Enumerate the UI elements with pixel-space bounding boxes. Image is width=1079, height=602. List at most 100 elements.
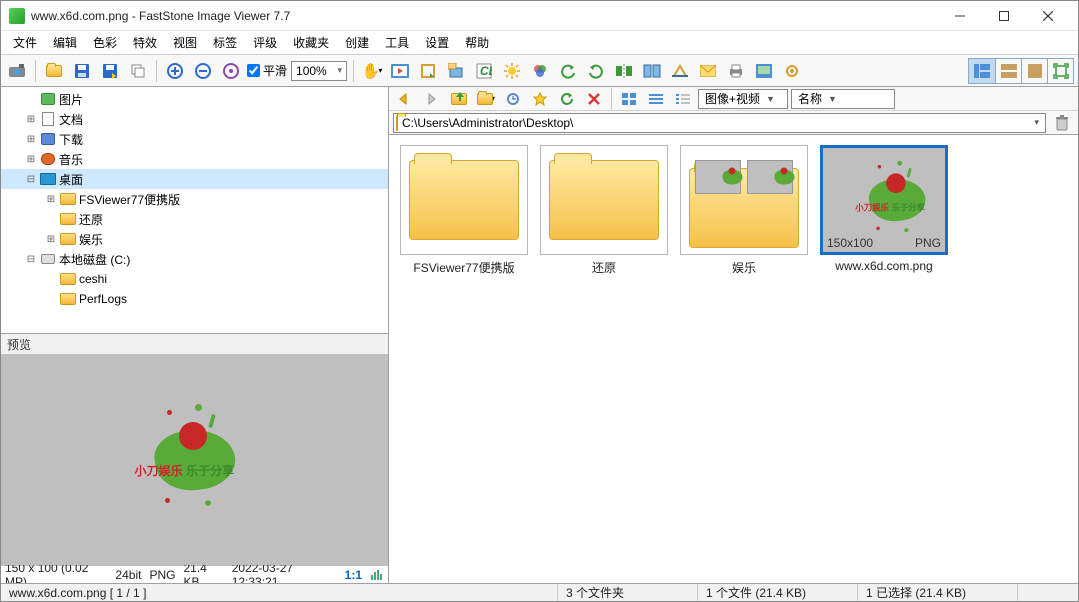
- histogram-icon[interactable]: [370, 569, 384, 581]
- folder-tree[interactable]: 图片 ⊞文档 ⊞下载 ⊞音乐 ⊟桌面 ⊞FSViewer77便携版 还原 ⊞娱乐…: [1, 87, 388, 333]
- tree-item[interactable]: ⊞文档: [1, 109, 388, 129]
- thumbnail-view[interactable]: FSViewer77便携版 还原 娱乐 小刀娱乐 乐于分享: [389, 135, 1078, 583]
- title-bar: www.x6d.com.png - FastStone Image Viewer…: [1, 1, 1078, 31]
- zoom-fit-icon[interactable]: [219, 59, 243, 83]
- rotate-right-icon[interactable]: [584, 59, 608, 83]
- minimize-button[interactable]: [938, 2, 982, 30]
- menu-file[interactable]: 文件: [5, 31, 45, 54]
- adjust-color-icon[interactable]: [528, 59, 552, 83]
- back-icon[interactable]: [393, 87, 417, 111]
- tree-item[interactable]: ⊞娱乐: [1, 229, 388, 249]
- save-as-icon[interactable]: [98, 59, 122, 83]
- maximize-button[interactable]: [982, 2, 1026, 30]
- address-row: C:\Users\Administrator\Desktop\ ▾: [389, 111, 1078, 135]
- tree-item[interactable]: ceshi: [1, 269, 388, 289]
- slideshow-icon[interactable]: [388, 59, 412, 83]
- up-folder-icon[interactable]: [447, 87, 471, 111]
- refresh-icon[interactable]: [555, 87, 579, 111]
- tree-item-desktop[interactable]: ⊟桌面: [1, 169, 388, 189]
- smooth-checkbox-input[interactable]: [247, 64, 260, 77]
- view-list-icon[interactable]: [644, 87, 668, 111]
- history-icon[interactable]: [501, 87, 525, 111]
- tree-item[interactable]: 图片: [1, 89, 388, 109]
- layout-fullscreen-icon[interactable]: [1047, 59, 1073, 83]
- window-title: www.x6d.com.png - FastStone Image Viewer…: [31, 9, 938, 23]
- menu-view[interactable]: 视图: [165, 31, 205, 54]
- menu-effects[interactable]: 特效: [125, 31, 165, 54]
- status-file: www.x6d.com.png [ 1 / 1 ]: [1, 584, 558, 601]
- hand-icon[interactable]: ✋▾: [360, 59, 384, 83]
- thumb-folder[interactable]: 娱乐: [679, 145, 809, 276]
- menu-settings[interactable]: 设置: [417, 31, 457, 54]
- crop-icon[interactable]: [416, 59, 440, 83]
- add-fav-icon[interactable]: [528, 87, 552, 111]
- view-thumb-icon[interactable]: [617, 87, 641, 111]
- layout-browser-icon[interactable]: [969, 59, 995, 83]
- main-toolbar: 平滑 100%▾ ✋▾ CB: [1, 55, 1078, 87]
- expand-icon[interactable]: ⊞: [45, 194, 57, 205]
- app-icon: [9, 8, 25, 24]
- tree-item[interactable]: PerfLogs: [1, 289, 388, 309]
- tree-item[interactable]: ⊞下载: [1, 129, 388, 149]
- acquire-icon[interactable]: [5, 59, 29, 83]
- chevron-down-icon: ▼: [828, 94, 837, 104]
- tree-item[interactable]: ⊞FSViewer77便携版: [1, 189, 388, 209]
- status-selected: 1 已选择 (21.4 KB): [858, 584, 1018, 601]
- flip-h-icon[interactable]: [612, 59, 636, 83]
- expand-icon[interactable]: ⊞: [25, 134, 37, 145]
- zoom-in-icon[interactable]: [163, 59, 187, 83]
- zoom-combo[interactable]: 100%▾: [291, 61, 347, 81]
- compare-icon[interactable]: [640, 59, 664, 83]
- rotate-left-icon[interactable]: [556, 59, 580, 83]
- layout-single-icon[interactable]: [1021, 59, 1047, 83]
- left-pane: 图片 ⊞文档 ⊞下载 ⊞音乐 ⊟桌面 ⊞FSViewer77便携版 还原 ⊞娱乐…: [1, 87, 389, 583]
- menu-rating[interactable]: 评级: [245, 31, 285, 54]
- draw-icon[interactable]: CB: [472, 59, 496, 83]
- trash-icon[interactable]: [1050, 111, 1074, 135]
- tree-item[interactable]: ⊞音乐: [1, 149, 388, 169]
- expand-icon[interactable]: ⊞: [25, 114, 37, 125]
- preview-header: 预览: [1, 333, 388, 355]
- thumb-folder[interactable]: 还原: [539, 145, 669, 276]
- layout-thumbs-icon[interactable]: [995, 59, 1021, 83]
- open-icon[interactable]: [42, 59, 66, 83]
- menu-favorites[interactable]: 收藏夹: [285, 31, 337, 54]
- tree-item[interactable]: ⊟本地磁盘 (C:): [1, 249, 388, 269]
- close-button[interactable]: [1026, 2, 1070, 30]
- forward-icon[interactable]: [420, 87, 444, 111]
- wallpaper-icon[interactable]: [752, 59, 776, 83]
- scan-icon[interactable]: [668, 59, 692, 83]
- status-folders: 3 个文件夹: [558, 584, 698, 601]
- expand-icon[interactable]: ⊞: [25, 154, 37, 165]
- collapse-icon[interactable]: ⊟: [25, 174, 37, 185]
- sort-dropdown[interactable]: 名称▼: [791, 89, 895, 109]
- zoom-out-icon[interactable]: [191, 59, 215, 83]
- collapse-icon[interactable]: ⊟: [25, 254, 37, 265]
- resize-icon[interactable]: [444, 59, 468, 83]
- menu-edit[interactable]: 编辑: [45, 31, 85, 54]
- thumb-folder[interactable]: FSViewer77便携版: [399, 145, 529, 276]
- menu-tools[interactable]: 工具: [377, 31, 417, 54]
- thumb-image-selected[interactable]: 小刀娱乐 乐于分享 150x100PNG www.x6d.com.png: [819, 145, 949, 273]
- address-bar[interactable]: C:\Users\Administrator\Desktop\ ▾: [393, 113, 1046, 133]
- settings-icon[interactable]: [780, 59, 804, 83]
- copy-icon[interactable]: [126, 59, 150, 83]
- menu-help[interactable]: 帮助: [457, 31, 497, 54]
- delete-icon[interactable]: [582, 87, 606, 111]
- menu-create[interactable]: 创建: [337, 31, 377, 54]
- scale-1-1-button[interactable]: 1:1: [345, 568, 362, 582]
- adjust-light-icon[interactable]: [500, 59, 524, 83]
- expand-icon[interactable]: ⊞: [45, 234, 57, 245]
- favorites-folder-icon[interactable]: ▾: [474, 87, 498, 111]
- chevron-down-icon[interactable]: ▾: [1030, 117, 1043, 128]
- save-icon[interactable]: [70, 59, 94, 83]
- menu-tag[interactable]: 标签: [205, 31, 245, 54]
- view-detail-icon[interactable]: [671, 87, 695, 111]
- menu-color[interactable]: 色彩: [85, 31, 125, 54]
- preview-panel[interactable]: 小刀娱乐 乐于分享: [1, 355, 388, 565]
- smooth-checkbox[interactable]: 平滑: [247, 62, 287, 79]
- print-icon[interactable]: [724, 59, 748, 83]
- email-icon[interactable]: [696, 59, 720, 83]
- filter-dropdown[interactable]: 图像+视频▼: [698, 89, 788, 109]
- tree-item[interactable]: 还原: [1, 209, 388, 229]
